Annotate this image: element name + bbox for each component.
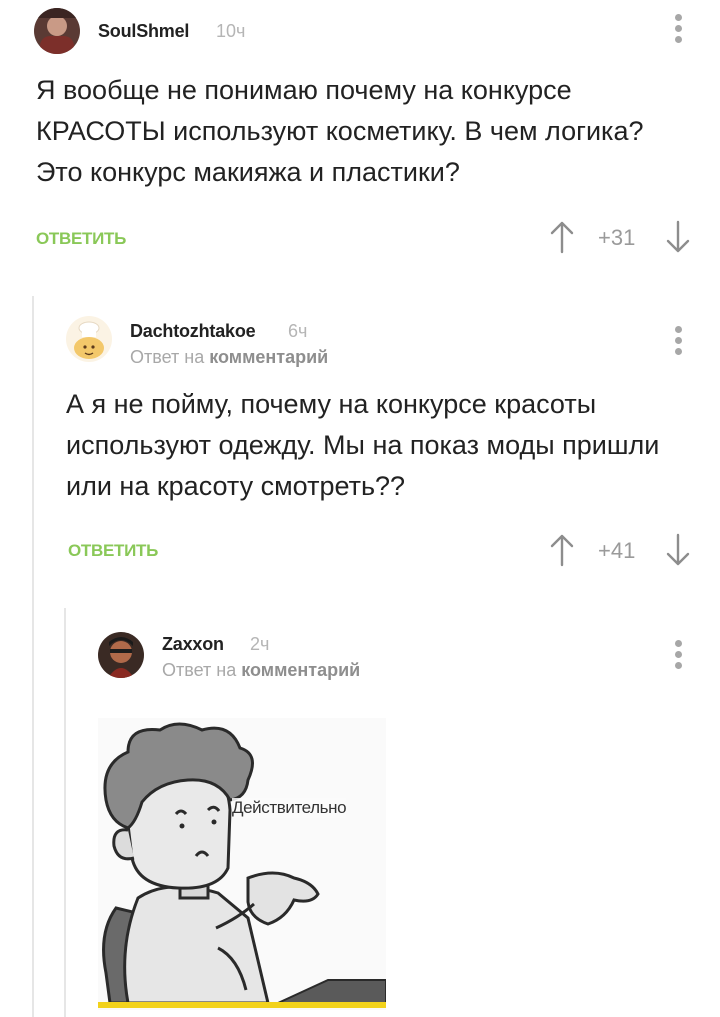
timestamp: 10ч [216, 21, 246, 41]
meme-illustration [98, 718, 386, 1010]
upvote-arrow-icon[interactable] [550, 533, 574, 567]
avatar-icon [66, 316, 112, 362]
meme-image[interactable]: Действительно [98, 718, 386, 1010]
avatar-icon [98, 632, 144, 678]
comment-text: Я вообще не понимаю почему на конкурсе К… [36, 75, 644, 187]
thread-line-level-2 [64, 608, 66, 1017]
username[interactable]: Zaxxon [162, 634, 224, 655]
comment-text: А я не пойму, почему на конкурсе красоты… [66, 389, 660, 501]
username[interactable]: Dachtozhtakoe [130, 321, 256, 342]
rating-count: +31 [598, 225, 636, 250]
timestamp: 2ч [250, 634, 270, 654]
reply-button[interactable]: ОТВЕТИТЬ [36, 229, 126, 249]
reply-to-prefix: Ответ на [130, 347, 205, 367]
downvote-arrow-icon[interactable] [666, 220, 690, 254]
thread-line-level-1 [32, 296, 34, 1017]
avatar[interactable] [34, 8, 80, 54]
upvote-arrow-icon[interactable] [550, 220, 574, 254]
rating-count: +41 [598, 538, 636, 563]
timestamp: 6ч [288, 321, 308, 341]
username[interactable]: SoulShmel [98, 21, 189, 42]
reply-to-line: Ответ на комментарий [162, 660, 360, 681]
meme-caption: Действительно [232, 798, 347, 818]
reply-button[interactable]: ОТВЕТИТЬ [68, 541, 158, 561]
menu-dots-icon[interactable] [673, 326, 683, 360]
menu-dots-icon[interactable] [673, 14, 683, 48]
reply-to-link[interactable]: комментарий [241, 660, 360, 680]
downvote-arrow-icon[interactable] [666, 533, 690, 567]
avatar[interactable] [66, 316, 112, 362]
reply-to-line: Ответ на комментарий [130, 347, 328, 368]
avatar-icon [34, 8, 80, 54]
menu-dots-icon[interactable] [673, 640, 683, 674]
avatar[interactable] [98, 632, 144, 678]
reply-to-prefix: Ответ на [162, 660, 237, 680]
reply-to-link[interactable]: комментарий [209, 347, 328, 367]
